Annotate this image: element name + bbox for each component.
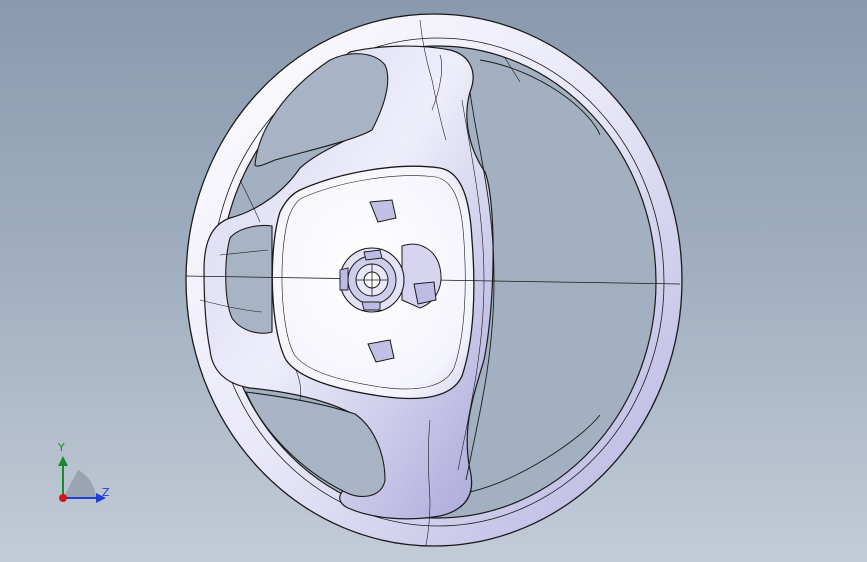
coordinate-triad: Y Z xyxy=(48,438,118,510)
center-hub-mechanism xyxy=(339,243,442,313)
graphics-viewport[interactable]: Y Z xyxy=(0,0,867,562)
triad-z-label: Z xyxy=(102,486,110,499)
steering-wheel-model[interactable] xyxy=(0,0,867,562)
left-window xyxy=(225,224,273,334)
triad-y-label: Y xyxy=(58,441,65,454)
